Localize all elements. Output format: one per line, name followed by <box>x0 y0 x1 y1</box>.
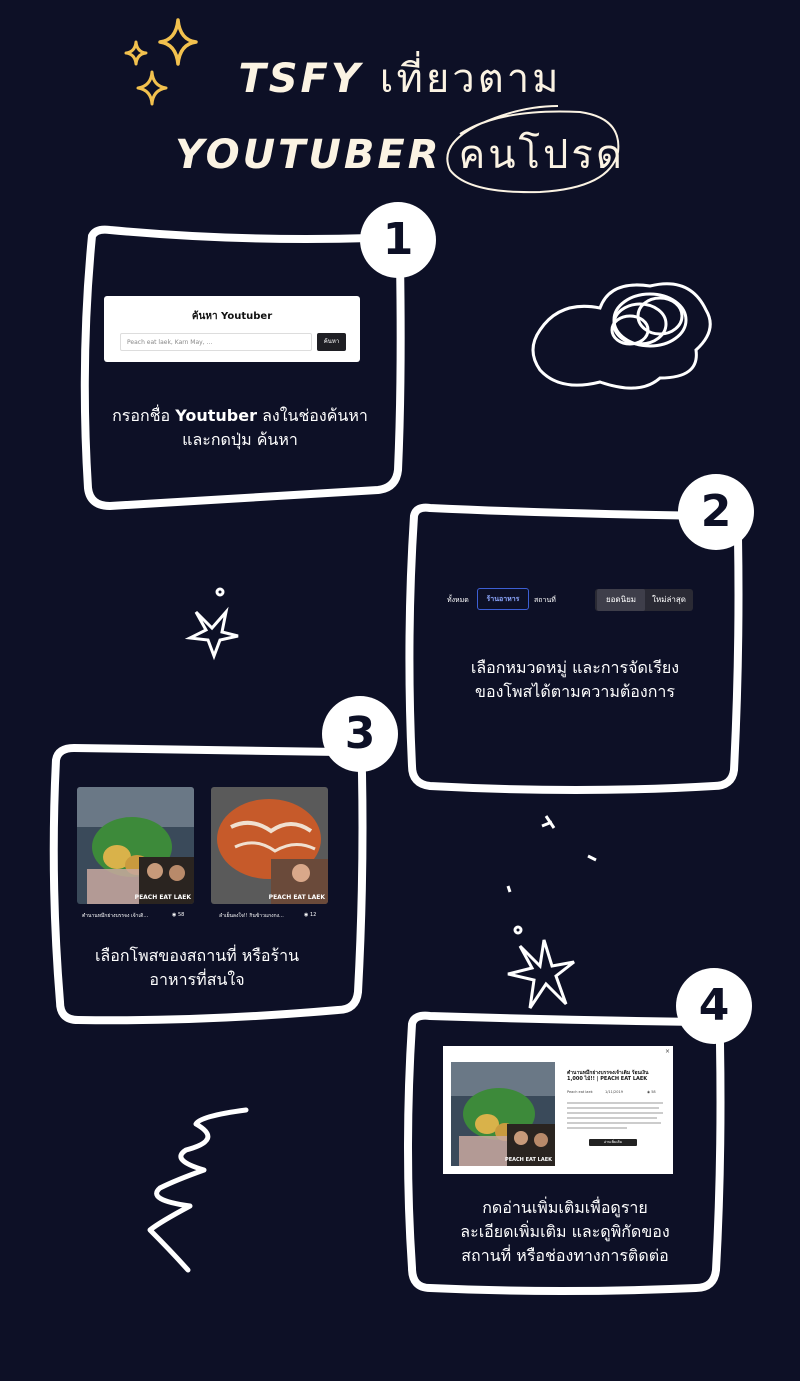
modal-body-line <box>567 1117 657 1119</box>
eye-icon: ◉ <box>304 912 309 918</box>
modal-views: ◉ 58 <box>647 1090 656 1094</box>
modal-title: ตำนานหมึกย่างบรรจงเจ้าเดิม ร้อนเงิน 1,00… <box>567 1070 649 1082</box>
step2-desc-line1: เลือกหมวดหมู่ และการจัดเรียง <box>470 658 680 677</box>
post-image-2[interactable]: PEACH EAT LAEK <box>211 787 328 904</box>
modal-date: 1/11/2019 <box>605 1090 623 1094</box>
step1-desc-bold: Youtuber <box>175 406 257 425</box>
post-view-count: 12 <box>309 912 317 918</box>
modal-view-count: 58 <box>651 1090 656 1094</box>
step4-desc-line1: กดอ่านเพิ่มเติมเพื่อดูราย <box>482 1198 648 1217</box>
step-number-1: 1 <box>360 202 436 278</box>
eye-icon: ◉ <box>647 1090 651 1094</box>
post-caption[interactable]: ตำนานหมึกย่างบรรจง เจ้าเดิ... <box>82 912 148 920</box>
star-doodle-icon <box>184 587 239 661</box>
search-button[interactable]: ค้นหา <box>317 333 346 351</box>
zigzag-doodle-icon <box>147 1107 249 1273</box>
post-views: ◉ 12 <box>304 912 316 918</box>
step1-desc-pre: กรอกชื่อ <box>112 406 176 425</box>
read-more-button[interactable]: อ่านเพิ่มเติม <box>589 1139 637 1146</box>
step2-desc-line2: ของโพสได้ตามความต้องการ <box>475 682 675 701</box>
search-input[interactable]: Peach eat laek, Karn May, ... <box>120 333 312 351</box>
sort-newest[interactable]: ใหม่ล่าสุด <box>647 589 691 611</box>
modal-body-line <box>567 1112 663 1114</box>
star-doodle-icon <box>506 815 597 1009</box>
search-panel: ค้นหา Youtuber Peach eat laek, Karn May,… <box>104 296 360 362</box>
step4-desc-line3: สถานที่ หรือช่องทางการติดต่อ <box>461 1246 669 1265</box>
modal-image: PEACH EAT LAEK <box>451 1062 555 1166</box>
step1-description: กรอกชื่อ Youtuber ลงในช่องค้นหา และกดปุ่… <box>100 404 380 452</box>
modal-body-line <box>567 1102 663 1104</box>
scribble-cloud-icon <box>531 282 712 390</box>
sort-toggle: ยอดนิยม ใหม่ล่าสุด <box>595 589 693 611</box>
close-icon[interactable]: × <box>665 1048 670 1055</box>
post-views: ◉ 58 <box>172 912 184 918</box>
post-watermark: PEACH EAT LAEK <box>268 894 325 901</box>
post-image-1[interactable]: PEACH EAT LAEK <box>77 787 194 904</box>
step-number-2: 2 <box>678 474 754 550</box>
post-view-count: 58 <box>177 912 185 918</box>
eye-icon: ◉ <box>172 912 177 918</box>
search-title: ค้นหา Youtuber <box>191 311 273 322</box>
modal-body-line <box>567 1127 627 1129</box>
step4-desc-line2: ละเอียดเพิ่มเติม และดูพิกัดของ <box>460 1222 670 1241</box>
step3-description: เลือกโพสของสถานที่ หรือร้าน อาหารที่สนใจ <box>62 944 332 992</box>
step-number-3: 3 <box>322 696 398 772</box>
step4-description: กดอ่านเพิ่มเติมเพื่อดูราย ละเอียดเพิ่มเต… <box>420 1196 710 1268</box>
modal-author: Peach eat laek <box>567 1090 593 1094</box>
step-number-4: 4 <box>676 968 752 1044</box>
post-watermark: PEACH EAT LAEK <box>134 894 191 901</box>
step2-description: เลือกหมวดหมู่ และการจัดเรียง ของโพสได้ตา… <box>430 656 720 704</box>
tab-all[interactable]: ทั้งหมด <box>447 595 469 606</box>
tab-restaurants[interactable]: ร้านอาหาร <box>477 588 529 610</box>
sort-popular[interactable]: ยอดนิยม <box>597 589 645 611</box>
tab-places[interactable]: สถานที่ <box>534 595 556 606</box>
step3-desc-line1: เลือกโพสของสถานที่ หรือร้าน <box>94 946 300 965</box>
modal-body-line <box>567 1122 661 1124</box>
modal-watermark: PEACH EAT LAEK <box>505 1157 552 1163</box>
step3-desc-line2: อาหารที่สนใจ <box>149 970 245 989</box>
step1-desc-line2: และกดปุ่ม ค้นหา <box>182 430 298 449</box>
post-caption[interactable]: ลำเย็นลงใจ!! กินข้าวแกงกง... <box>219 912 284 920</box>
post-detail-modal: × PEACH EAT LAEK ตำนานหมึกย่างบรรจงเจ้าเ… <box>443 1046 673 1174</box>
modal-body-line <box>567 1107 659 1109</box>
step1-desc-post: ลงในช่องค้นหา <box>256 406 368 425</box>
